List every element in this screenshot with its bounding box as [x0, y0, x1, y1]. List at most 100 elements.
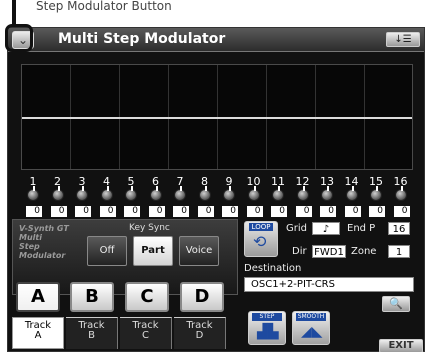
step-knob[interactable]	[370, 186, 382, 201]
step-value[interactable]: 0	[369, 206, 385, 217]
step-knob[interactable]	[198, 186, 211, 201]
step-knob[interactable]	[174, 186, 186, 201]
brand-logo: V-Synth GT Multi Step Modulator	[19, 224, 69, 260]
step-mode-label: STEP	[252, 313, 282, 321]
step-mode-button[interactable]: STEP ▟▙	[248, 311, 286, 345]
exit-button[interactable]: EXIT	[379, 339, 423, 352]
step-knob[interactable]	[27, 186, 39, 201]
step-value[interactable]: 0	[320, 206, 336, 217]
step-value[interactable]: 0	[295, 206, 312, 217]
step-11: 11 0	[266, 175, 291, 217]
step-10: 10 0	[242, 175, 267, 217]
step-value[interactable]: 0	[246, 206, 263, 217]
loop-label: LOOP	[249, 223, 273, 231]
direction-label: Dir	[292, 246, 307, 257]
step-value[interactable]: 0	[124, 206, 140, 217]
step-13: 13 0	[315, 175, 340, 217]
step-5: 50	[119, 175, 144, 217]
search-button[interactable]: 🔍	[382, 296, 410, 312]
grid-value[interactable]: ♪	[312, 222, 340, 235]
step-knob[interactable]	[149, 186, 162, 201]
waveform-line	[22, 117, 412, 119]
smooth-wave-icon: ◢◣	[301, 324, 323, 340]
step-knob[interactable]	[321, 186, 333, 201]
loop-icon: ⟲	[253, 232, 267, 251]
key-sync-voice-button[interactable]: Voice	[179, 236, 219, 266]
step-value[interactable]: 0	[173, 206, 189, 217]
step-6: 60	[144, 175, 169, 217]
tab-label: C	[142, 330, 149, 341]
step-value[interactable]: 0	[26, 206, 42, 217]
step-knob[interactable]	[76, 186, 88, 201]
brand-line: Step	[19, 242, 40, 251]
page-title: Multi Step Modulator	[58, 31, 226, 47]
step-value[interactable]: 0	[393, 206, 410, 217]
step-graph[interactable]	[21, 64, 413, 170]
step-9: 90	[217, 175, 242, 217]
track-d-button[interactable]: D	[180, 282, 224, 312]
step-1: 10	[21, 175, 46, 217]
step-16: 16 0	[389, 175, 414, 217]
smooth-mode-button[interactable]: SMOOTH ◢◣	[292, 311, 330, 345]
step-value[interactable]: 0	[99, 206, 116, 217]
tab-label: A	[34, 330, 42, 341]
key-sync-label: Key Sync	[129, 223, 170, 233]
tab-track-c[interactable]: Track C	[120, 317, 172, 349]
loop-button[interactable]: LOOP ⟲	[244, 221, 278, 257]
step-value[interactable]: 0	[75, 206, 91, 217]
brand-line: V-Synth GT	[19, 224, 69, 233]
step-value[interactable]: 0	[344, 206, 361, 217]
tab-track-d[interactable]: Track D	[174, 317, 226, 349]
tab-label: D	[195, 330, 204, 341]
destination-field[interactable]: OSC1+2-PIT-CRS	[244, 277, 414, 292]
title-bar: ⌄ Multi Step Modulator ↓☰	[8, 28, 424, 52]
step-14: 14 0	[340, 175, 365, 217]
direction-value[interactable]: FWD1	[312, 245, 346, 258]
step-value[interactable]: 0	[50, 206, 67, 217]
step-knob[interactable]	[345, 186, 358, 201]
step-knob[interactable]	[272, 186, 284, 201]
smooth-mode-label: SMOOTH	[296, 313, 326, 321]
track-a-button[interactable]: A	[16, 282, 60, 312]
step-knob[interactable]	[100, 186, 113, 201]
step-wave-icon: ▟▙	[257, 324, 279, 340]
brand-line: Modulator	[19, 251, 66, 260]
tab-track-a[interactable]: Track A	[12, 317, 64, 349]
step-row: 10 20 30 40 50 60 70 80 90 10 0 11 0 12 0 1…	[21, 175, 414, 217]
step-8: 80	[193, 175, 218, 217]
step-2: 20	[46, 175, 71, 217]
key-sync-off-button[interactable]: Off	[87, 236, 127, 266]
step-knob[interactable]	[125, 186, 137, 201]
callout-highlight-ring	[5, 24, 33, 52]
track-b-button[interactable]: B	[70, 282, 114, 312]
step-value[interactable]: 0	[222, 206, 238, 217]
track-settings-panel: LOOP ⟲ Grid ♪ End P 16 Dir FWD1 Zone 1 D…	[240, 219, 422, 348]
zone-value[interactable]: 1	[388, 245, 410, 258]
zone-label: Zone	[351, 246, 377, 257]
callout-caption: Step Modulator Button	[36, 0, 172, 13]
step-knob[interactable]	[394, 186, 407, 201]
step-12: 12 0	[291, 175, 316, 217]
step-value[interactable]: 0	[197, 206, 214, 217]
step-4: 40	[95, 175, 120, 217]
step-15: 15 0	[364, 175, 389, 217]
tab-track-b[interactable]: Track B	[66, 317, 118, 349]
tab-label: B	[88, 330, 95, 341]
step-value[interactable]: 0	[271, 206, 287, 217]
step-knob[interactable]	[247, 186, 260, 201]
grid-label: Grid	[286, 223, 307, 234]
callout-pointer	[12, 0, 16, 25]
destination-label: Destination	[244, 263, 302, 274]
step-3: 30	[70, 175, 95, 217]
window-list-button[interactable]: ↓☰	[386, 32, 420, 47]
step-knob[interactable]	[51, 186, 64, 201]
key-sync-part-button[interactable]: Part	[133, 236, 173, 266]
step-knob[interactable]	[296, 186, 309, 201]
track-c-button[interactable]: C	[125, 282, 169, 312]
brand-line: Multi	[19, 233, 42, 242]
search-icon: 🔍	[389, 297, 403, 310]
step-value[interactable]: 0	[148, 206, 165, 217]
step-knob[interactable]	[223, 186, 235, 201]
end-point-value[interactable]: 16	[388, 222, 410, 235]
end-point-label: End P	[347, 223, 376, 234]
